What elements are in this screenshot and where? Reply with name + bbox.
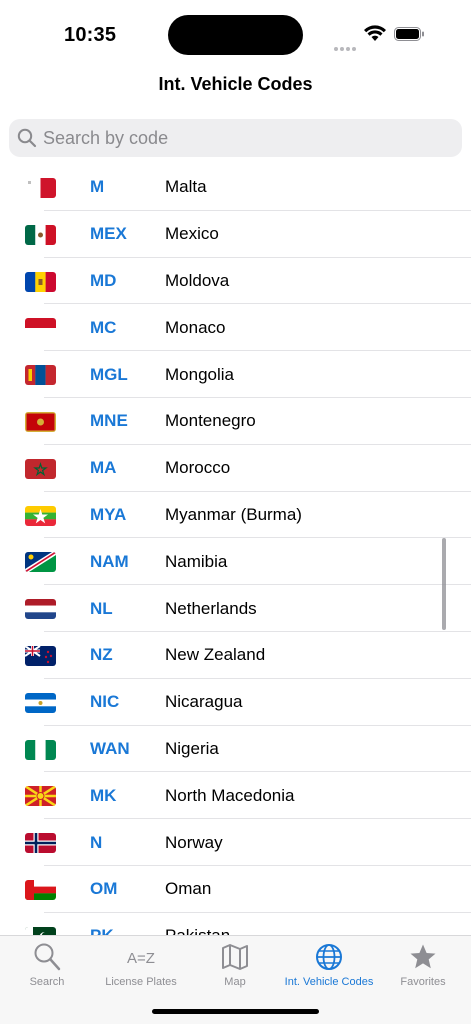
namibia-flag-icon [25,552,56,573]
vehicle-code: MGL [90,364,128,384]
search-input[interactable] [43,119,443,157]
malta-flag-icon [25,178,56,198]
tab-label: Search [29,976,65,988]
moldova-flag-icon [25,271,56,292]
vehicle-code: M [90,177,105,197]
map-icon [222,944,248,970]
list-item-malta[interactable]: M Malta [0,164,471,211]
list-item-mexico[interactable]: MEX Mexico [0,211,471,258]
vehicle-code: MA [90,458,117,478]
vehicle-code: NZ [90,645,113,665]
list-item-norway[interactable]: N Norway [0,819,471,866]
vehicle-code: NL [90,598,113,618]
list-item-nigeria[interactable]: WAN Nigeria [0,726,471,773]
netherlands-flag-icon [25,599,56,620]
country-name: Morocco [165,458,231,478]
vehicle-code: MEX [90,224,127,244]
status-bar: 10:35 [0,0,471,60]
list-item-monaco[interactable]: MC Monaco [0,304,471,351]
tab-label: License Plates [105,976,177,988]
tab-label: Favorites [400,976,446,988]
tab-label: Int. Vehicle Codes [284,976,374,988]
scroll-indicator[interactable] [442,538,446,630]
list-item-nicaragua[interactable]: NIC Nicaragua [0,679,471,726]
country-name: Norway [165,832,223,852]
tab-int-vehicle-codes[interactable]: Int. Vehicle Codes [282,942,376,988]
dynamic-island [168,15,303,55]
vehicle-code: OM [90,879,118,899]
list-item-mongolia[interactable]: MGL Mongolia [0,351,471,398]
country-name: Montenegro [165,411,256,431]
vehicle-code: MNE [90,411,128,431]
status-time: 10:35 [64,24,117,46]
tab-map[interactable]: Map [188,942,282,988]
wifi-icon [364,25,386,41]
a-z-icon: A=Z [127,950,155,967]
tab-license-plates[interactable]: A=Z License Plates [94,942,188,988]
norway-flag-icon [25,833,56,854]
vehicle-code: MYA [90,504,127,524]
oman-flag-icon [25,879,56,900]
morocco-flag-icon [25,458,56,479]
list-item-north-macedonia[interactable]: MK North Macedonia [0,772,471,819]
country-name: North Macedonia [165,785,295,805]
north-macedonia-flag-icon [25,786,56,807]
pakistan-flag-icon [25,926,56,935]
vehicle-code: NAM [90,551,129,571]
nicaragua-flag-icon [25,692,56,713]
country-name: Namibia [165,551,228,571]
svg-text:A=Z: A=Z [127,950,155,967]
cellular-signal-icon [334,38,358,56]
country-name: Nicaragua [165,692,243,712]
country-name: Oman [165,879,212,899]
vehicle-code-list[interactable]: M Malta MEX Mexico MD Moldova MC Monaco … [0,164,471,935]
mongolia-flag-icon [25,365,56,386]
list-item-moldova[interactable]: MD Moldova [0,258,471,305]
search-bar[interactable] [9,119,462,157]
search-icon [17,128,37,148]
tab-search[interactable]: Search [0,942,94,988]
vehicle-code: MK [90,785,117,805]
list-item-netherlands[interactable]: NL Netherlands [0,585,471,632]
vehicle-code: N [90,832,103,852]
country-name: Malta [165,177,207,197]
star-icon [410,944,436,969]
globe-icon [316,944,342,970]
montenegro-flag-icon [25,411,56,432]
magnifier-icon [34,943,61,971]
country-name: Mexico [165,224,219,244]
vehicle-code: MD [90,270,117,290]
myanmar-flag-icon [25,505,56,526]
list-item-oman[interactable]: OM Oman [0,866,471,913]
country-name: Monaco [165,317,226,337]
tab-label: Map [224,976,246,988]
list-item-myanmar[interactable]: MYA Myanmar (Burma) [0,492,471,539]
monaco-flag-icon [25,318,56,339]
country-name: Pakistan [165,926,230,935]
country-name: Netherlands [165,598,257,618]
list-item-new-zealand[interactable]: NZ New Zealand [0,632,471,679]
vehicle-code: MC [90,317,117,337]
list-item-namibia[interactable]: NAM Namibia [0,538,471,585]
vehicle-code: NIC [90,692,120,712]
vehicle-code: PK [90,926,114,935]
list-item-morocco[interactable]: MA Morocco [0,445,471,492]
home-indicator [152,1009,319,1014]
tab-favorites[interactable]: Favorites [376,942,470,988]
country-name: Mongolia [165,364,234,384]
country-name: Nigeria [165,738,219,758]
mexico-flag-icon [25,224,56,245]
battery-icon [394,27,424,41]
new-zealand-flag-icon [25,645,56,666]
country-name: Myanmar (Burma) [165,504,302,524]
nigeria-flag-icon [25,739,56,760]
country-name: Moldova [165,270,230,290]
vehicle-code: WAN [90,738,130,758]
list-item-pakistan[interactable]: PK Pakistan [0,913,471,935]
page-title: Int. Vehicle Codes [158,74,313,94]
list-item-montenegro[interactable]: MNE Montenegro [0,398,471,445]
country-name: New Zealand [165,645,266,665]
